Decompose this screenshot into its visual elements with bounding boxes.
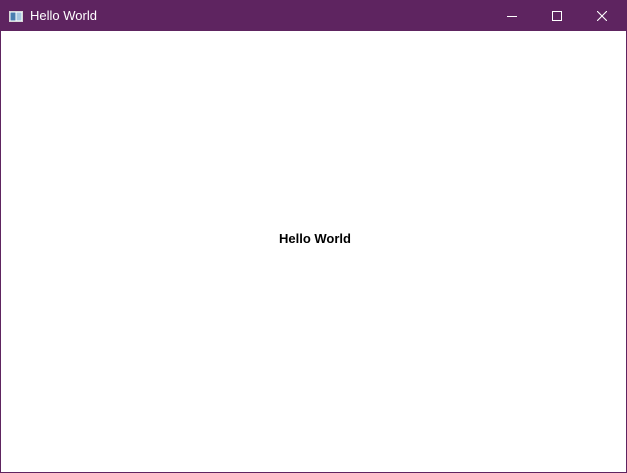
close-button[interactable] bbox=[579, 1, 624, 31]
hello-world-label: Hello World bbox=[279, 231, 351, 246]
client-area: Hello World bbox=[1, 31, 626, 472]
app-window: Hello World Hello World bbox=[0, 0, 627, 473]
maximize-button[interactable] bbox=[534, 1, 579, 31]
title-bar[interactable]: Hello World bbox=[1, 1, 626, 31]
window-title: Hello World bbox=[30, 8, 97, 23]
close-icon bbox=[596, 11, 607, 21]
app-window-icon bbox=[9, 10, 23, 22]
maximize-icon bbox=[551, 11, 562, 21]
minimize-icon bbox=[506, 11, 517, 21]
minimize-button[interactable] bbox=[489, 1, 534, 31]
